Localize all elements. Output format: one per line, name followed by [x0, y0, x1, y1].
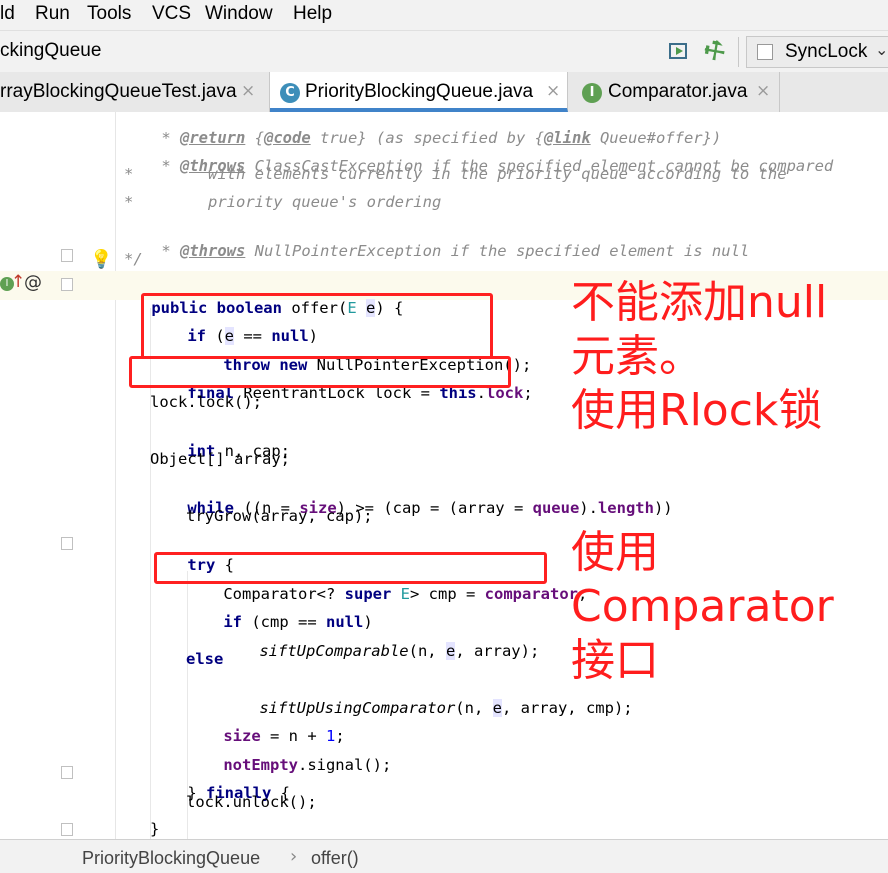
run-config-label: SyncLock	[785, 41, 868, 62]
override-icon[interactable]: @	[24, 272, 42, 293]
breadcrumb-method[interactable]: offer()	[311, 848, 359, 869]
tab-label: Comparator.java	[608, 81, 748, 102]
fold-icon[interactable]	[61, 823, 73, 836]
breadcrumb-bar: PriorityBlockingQueue › offer()	[0, 839, 888, 873]
config-icon	[757, 44, 773, 60]
code-line: lock.lock();	[150, 393, 262, 411]
highlight-box-lock	[129, 356, 511, 388]
highlight-box-comparator	[154, 552, 547, 584]
breadcrumb-class[interactable]: PriorityBlockingQueue	[82, 848, 260, 869]
fold-icon[interactable]	[61, 249, 73, 262]
navigation-bar: ckingQueue ⚒ SyncLock ⌄	[0, 30, 888, 74]
code-line: lock.unlock();	[186, 793, 317, 811]
code-line: * with elements currently in the priorit…	[124, 165, 787, 183]
menu-vcs[interactable]: VCS	[152, 3, 191, 25]
editor-tab-bar: rrayBlockingQueueTest.java × C PriorityB…	[0, 72, 888, 113]
code-line: siftUpComparable(n, e, array);	[259, 642, 540, 660]
menu-build[interactable]: ld	[0, 3, 15, 25]
run-icon[interactable]	[669, 43, 687, 59]
chevron-down-icon: ⌄	[875, 40, 888, 59]
interface-icon: I	[582, 83, 602, 103]
hammer-icon[interactable]: ⚒	[698, 33, 732, 68]
highlight-box-null-check	[141, 293, 493, 359]
close-icon[interactable]: ×	[241, 81, 255, 101]
menu-tools[interactable]: Tools	[87, 3, 131, 25]
menu-window[interactable]: Window	[205, 3, 273, 25]
tab-comparator[interactable]: I Comparator.java ×	[568, 72, 780, 112]
gutter-divider	[115, 112, 116, 839]
tab-arrayblockingqueuetest[interactable]: rrayBlockingQueueTest.java ×	[0, 72, 270, 112]
menu-bar: ld Run Tools VCS Window Help	[0, 0, 888, 30]
annotation-lock-note: 不能添加null 元素。 使用Rlock锁	[571, 277, 828, 436]
menu-help[interactable]: Help	[293, 3, 332, 25]
fold-icon[interactable]	[61, 278, 73, 291]
code-editor[interactable]: 💡 I ↑ @ * @return {@code true} (as speci…	[0, 112, 888, 839]
fold-icon[interactable]	[61, 537, 73, 550]
annotation-comparator-note: 使用 Comparator 接口	[571, 527, 834, 686]
close-icon[interactable]: ×	[756, 81, 770, 101]
code-line: * @throws NullPointerException if the sp…	[161, 242, 750, 260]
class-icon: C	[280, 83, 300, 103]
menu-run[interactable]: Run	[35, 3, 70, 25]
tab-priorityblockingqueue[interactable]: C PriorityBlockingQueue.java ×	[270, 72, 568, 112]
code-line: tryGrow(array, cap);	[186, 507, 373, 525]
lightbulb-icon[interactable]: 💡	[90, 249, 112, 270]
tab-label: PriorityBlockingQueue.java	[305, 81, 534, 102]
code-line: Object[] array;	[150, 450, 290, 468]
toolbar-divider	[738, 37, 739, 67]
close-icon[interactable]: ×	[546, 81, 560, 101]
nav-breadcrumb[interactable]: ckingQueue	[0, 40, 101, 62]
code-line: * priority queue's ordering	[124, 193, 442, 211]
code-line: */	[124, 250, 143, 268]
code-line: }	[150, 820, 160, 838]
tab-label: rrayBlockingQueueTest.java	[0, 81, 237, 102]
fold-icon[interactable]	[61, 766, 73, 779]
breadcrumb-separator-icon: ›	[290, 846, 298, 867]
code-line: else	[186, 650, 224, 668]
run-config-dropdown[interactable]: SyncLock ⌄	[746, 36, 888, 68]
